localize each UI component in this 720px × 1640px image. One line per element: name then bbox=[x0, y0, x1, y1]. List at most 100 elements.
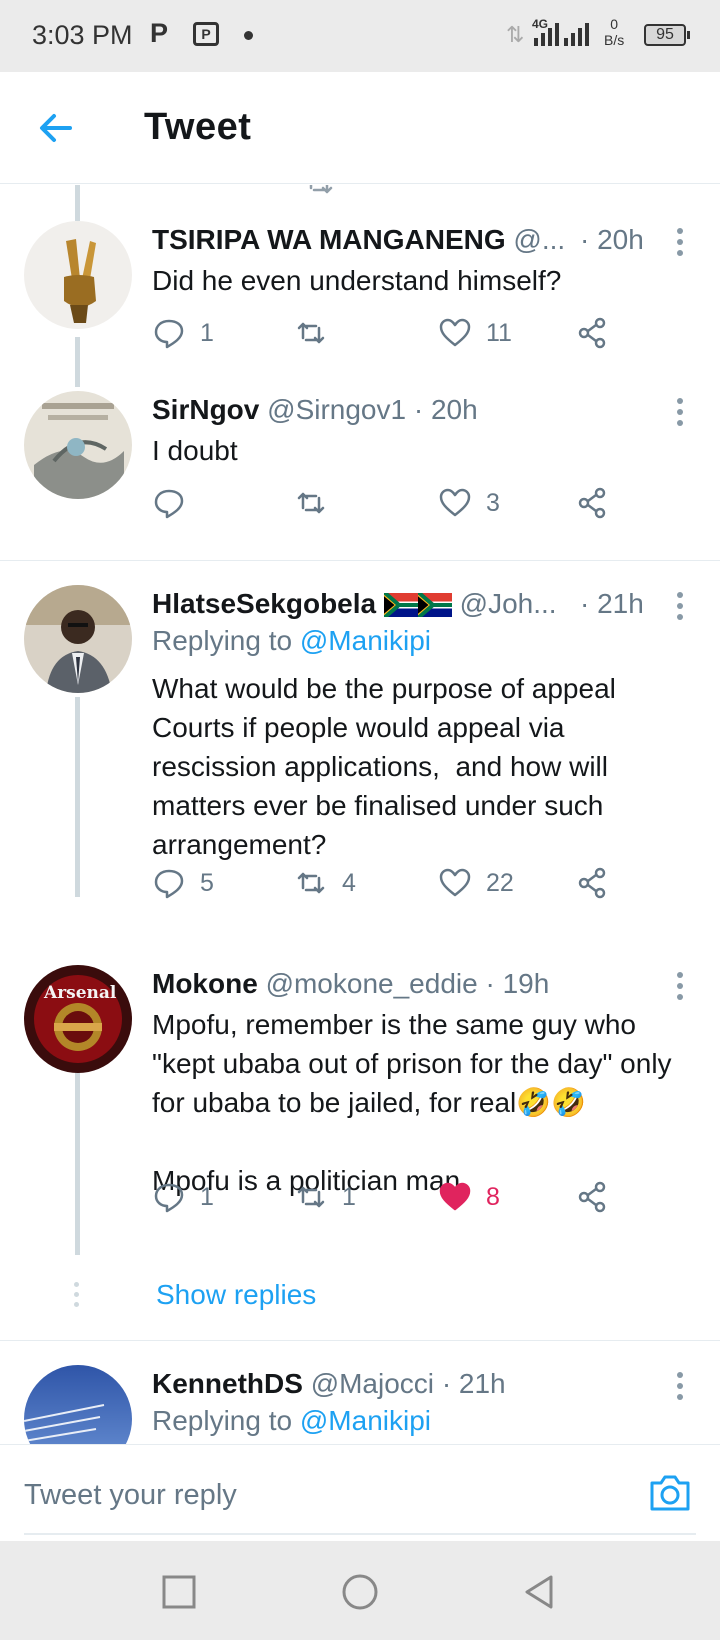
retweet-button[interactable] bbox=[294, 313, 342, 353]
avatar[interactable]: Arsenal bbox=[24, 965, 132, 1073]
like-button[interactable]: 11 bbox=[438, 313, 512, 353]
tweet-text: I doubt bbox=[152, 435, 238, 466]
reply-tweet[interactable]: SirNgov @Sirngov1 · 20h I doubt 3 bbox=[0, 391, 720, 541]
avatar[interactable] bbox=[24, 1365, 132, 1444]
system-navigation-bar bbox=[0, 1541, 720, 1640]
retweet-icon bbox=[297, 872, 325, 894]
reply-input-underline bbox=[24, 1533, 696, 1535]
share-button[interactable] bbox=[576, 863, 610, 903]
network-speed: 0 B/s bbox=[604, 16, 624, 48]
arrow-left-icon[interactable] bbox=[36, 108, 76, 148]
like-count: 22 bbox=[486, 868, 514, 897]
user-handle: @Joh... bbox=[459, 588, 557, 619]
reply-tweet[interactable]: TSIRIPA WA MANGANENG @... · 20h Did he e… bbox=[0, 221, 720, 391]
top-app-bar: Tweet bbox=[0, 72, 720, 184]
share-button[interactable] bbox=[576, 313, 610, 353]
retweet-icon bbox=[297, 322, 325, 344]
reply-tweet[interactable]: KennethDS @Majocci · 21h Replying to @Ma… bbox=[0, 1365, 720, 1444]
more-notifications-dot-icon bbox=[244, 31, 253, 40]
heart-icon bbox=[439, 488, 471, 517]
user-handle: @Sirngov1 bbox=[267, 394, 407, 425]
replying-to: Replying to @Manikipi bbox=[152, 625, 431, 657]
conversation-divider bbox=[0, 560, 720, 561]
replying-to: Replying to @Manikipi bbox=[152, 1405, 431, 1437]
reply-tweet[interactable]: HlatseSekgobela @Joh... · 21h Replying t… bbox=[0, 585, 720, 905]
replying-to-label: Replying to bbox=[152, 1405, 293, 1436]
back-triangle-icon[interactable] bbox=[521, 1573, 559, 1611]
tweet-text: Did he even understand himself? bbox=[152, 265, 562, 296]
reply-input[interactable]: Tweet your reply bbox=[24, 1479, 237, 1512]
recent-apps-square-icon[interactable] bbox=[160, 1573, 198, 1611]
retweet-count: 1 bbox=[342, 1182, 356, 1211]
share-icon bbox=[578, 317, 606, 349]
tweet-time: · 19h bbox=[485, 968, 550, 999]
mention-link[interactable]: @Manikipi bbox=[300, 1405, 431, 1436]
tweet-actions: 1 1 8 bbox=[152, 1177, 622, 1217]
reply-count: 1 bbox=[200, 1182, 214, 1211]
like-count: 3 bbox=[486, 488, 500, 517]
status-bar: 3:03 PM P P ⇅ 4G 0 B/s 95 bbox=[0, 0, 720, 72]
app-notification-icon: P bbox=[193, 22, 219, 46]
reply-button[interactable] bbox=[152, 483, 200, 523]
tweet-time: · 20h bbox=[413, 394, 478, 425]
display-name[interactable]: SirNgov bbox=[152, 394, 259, 425]
reply-icon bbox=[154, 869, 184, 899]
more-options-icon[interactable] bbox=[670, 969, 690, 1003]
more-options-icon[interactable] bbox=[670, 589, 690, 623]
tweet-text: Mpofu, remember is the same guy who "kep… bbox=[152, 1009, 672, 1196]
mention-link[interactable]: @Manikipi bbox=[300, 625, 431, 656]
more-options-icon[interactable] bbox=[670, 1369, 690, 1403]
signal-strength-2-icon bbox=[564, 22, 589, 46]
south-africa-flag-icon bbox=[416, 590, 452, 625]
replies-feed[interactable]: TSIRIPA WA MANGANENG @... · 20h Did he e… bbox=[0, 185, 720, 1444]
display-name[interactable]: HlatseSekgobela bbox=[152, 588, 376, 619]
avatar[interactable] bbox=[24, 221, 132, 329]
display-name[interactable]: Mokone bbox=[152, 968, 258, 999]
share-button[interactable] bbox=[576, 483, 610, 523]
reply-icon bbox=[154, 1183, 184, 1213]
more-options-icon[interactable] bbox=[670, 225, 690, 259]
signal-strength-icon bbox=[534, 22, 559, 46]
reply-button[interactable]: 5 bbox=[152, 863, 214, 903]
avatar[interactable] bbox=[24, 391, 132, 499]
avatar[interactable] bbox=[24, 585, 132, 693]
heart-filled-icon bbox=[439, 1182, 471, 1211]
retweet-button[interactable]: 1 bbox=[294, 1177, 356, 1217]
reply-button[interactable]: 1 bbox=[152, 313, 214, 353]
retweet-count: 4 bbox=[342, 868, 356, 897]
tweet-time: · 21h bbox=[441, 1368, 506, 1399]
page-title: Tweet bbox=[144, 106, 252, 148]
show-replies-link[interactable]: Show replies bbox=[156, 1279, 316, 1311]
display-name[interactable]: KennethDS bbox=[152, 1368, 303, 1399]
display-name[interactable]: TSIRIPA WA MANGANENG bbox=[152, 224, 506, 255]
reply-count: 1 bbox=[200, 318, 214, 347]
like-button[interactable]: 8 bbox=[438, 1177, 500, 1217]
thread-more-dots bbox=[74, 1282, 79, 1307]
reply-button[interactable]: 1 bbox=[152, 1177, 214, 1217]
reply-icon bbox=[154, 489, 184, 519]
retweet-button[interactable] bbox=[294, 483, 342, 523]
tweet-actions: 5 4 22 bbox=[152, 863, 622, 903]
retweet-icon bbox=[297, 1186, 325, 1208]
like-button[interactable]: 22 bbox=[438, 863, 514, 903]
retweet-icon bbox=[297, 492, 325, 514]
reply-composer: Tweet your reply bbox=[0, 1444, 720, 1541]
reply-tweet[interactable]: Arsenal Mokone @mokone_eddie · 19h Mpofu… bbox=[0, 965, 720, 1265]
more-options-icon[interactable] bbox=[670, 395, 690, 429]
home-circle-icon[interactable] bbox=[341, 1573, 379, 1611]
retweet-button[interactable]: 4 bbox=[294, 863, 356, 903]
like-count: 11 bbox=[486, 318, 512, 347]
tweet-time: · 21h bbox=[580, 588, 644, 619]
tweet-text: What would be the purpose of appeal Cour… bbox=[152, 673, 624, 860]
like-button[interactable]: 3 bbox=[438, 483, 500, 523]
tweet-actions: 1 11 bbox=[152, 313, 622, 353]
share-icon bbox=[578, 487, 606, 519]
camera-icon[interactable] bbox=[648, 1473, 692, 1513]
share-icon bbox=[578, 1181, 606, 1213]
avatar-badge-text: Arsenal bbox=[44, 983, 117, 1003]
retweet-icon[interactable] bbox=[302, 185, 336, 203]
tweet-actions: 3 bbox=[152, 483, 622, 523]
share-button[interactable] bbox=[576, 1177, 610, 1217]
share-icon bbox=[578, 867, 606, 899]
reply-icon bbox=[154, 319, 184, 349]
